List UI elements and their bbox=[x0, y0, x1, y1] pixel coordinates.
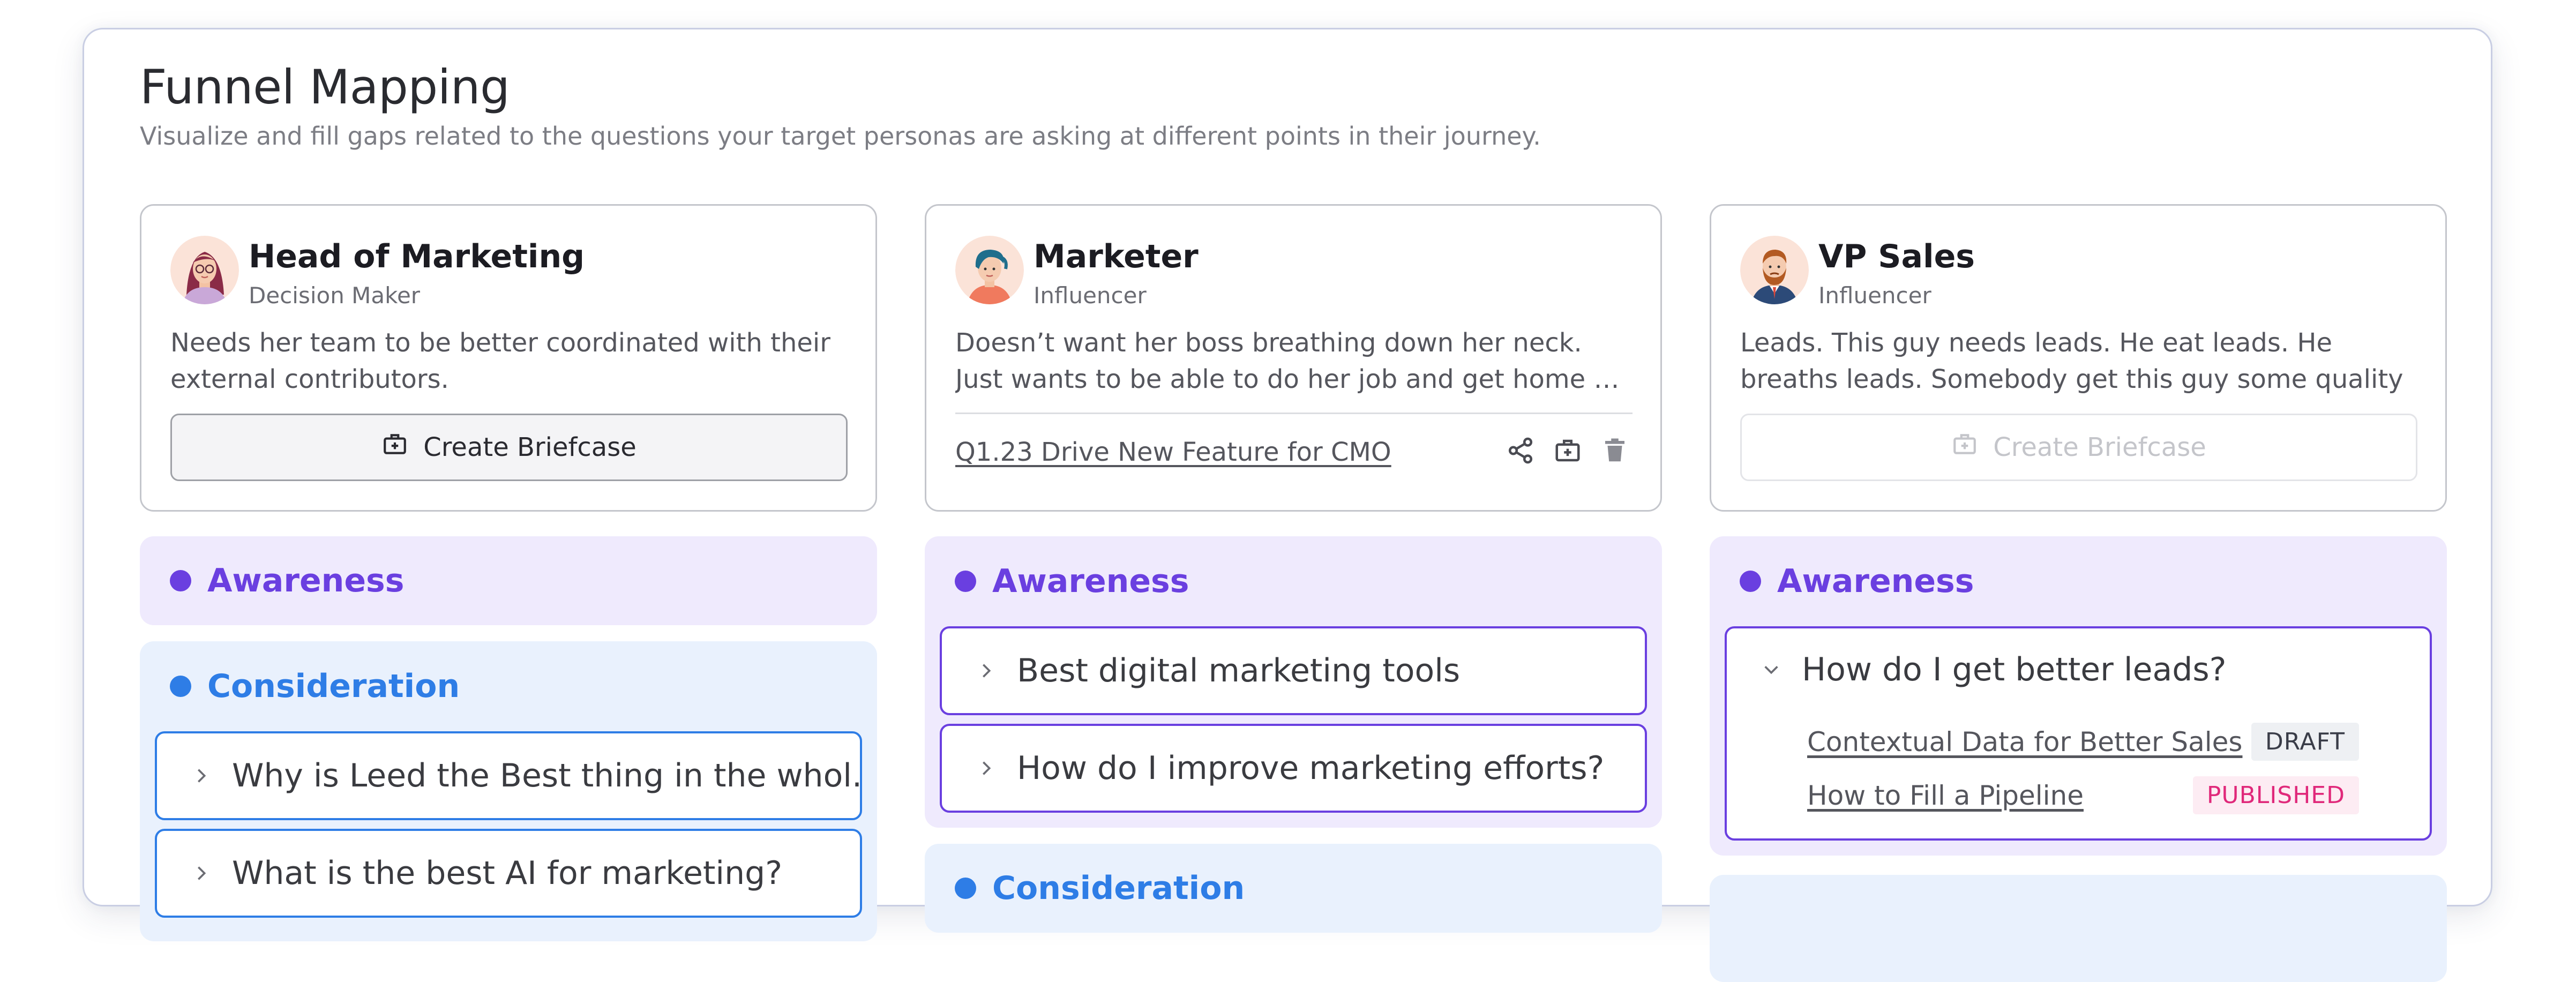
status-badge: PUBLISHED bbox=[2192, 776, 2359, 814]
stage-header[interactable]: Consideration bbox=[155, 641, 862, 731]
chevron-right-icon bbox=[983, 761, 991, 775]
persona-description: Leads. This guy needs leads. He eat lead… bbox=[1740, 328, 2403, 394]
asset-row: Contextual Data for Better Sales DRAFT bbox=[1807, 723, 2359, 761]
chevron-right-icon bbox=[198, 769, 206, 783]
persona-column-head-of-marketing: Head of Marketing Decision Maker Needs h… bbox=[140, 204, 877, 941]
briefcase-icon[interactable] bbox=[1553, 436, 1582, 465]
persona-description: Doesn’t want her boss breathing down her… bbox=[955, 328, 1623, 394]
briefcase-link[interactable]: Q1.23 Drive New Feature for CMO bbox=[955, 437, 1391, 467]
persona-column-vp-sales: VP Sales Influencer Leads. This guy need… bbox=[1710, 204, 2447, 982]
question-item-expanded: How do I get better leads? Contextual Da… bbox=[1725, 626, 2432, 841]
chevron-right-icon bbox=[198, 866, 206, 880]
persona-name: Marketer bbox=[1034, 238, 1199, 275]
asset-row: How to Fill a Pipeline PUBLISHED bbox=[1807, 776, 2359, 814]
briefcase-plus-icon bbox=[1951, 431, 1978, 464]
stage-dot-icon bbox=[955, 571, 976, 592]
avatar bbox=[170, 236, 239, 304]
stage-label: Consideration bbox=[992, 869, 1245, 907]
create-briefcase-label: Create Briefcase bbox=[423, 432, 636, 462]
stage-next-peek bbox=[1710, 875, 2447, 982]
create-briefcase-button[interactable]: Create Briefcase bbox=[170, 414, 848, 481]
stage-dot-icon bbox=[170, 570, 191, 591]
persona-name: VP Sales bbox=[1818, 238, 1975, 275]
briefcase-plus-icon bbox=[381, 431, 408, 464]
stage-label: Consideration bbox=[207, 668, 460, 705]
chevron-down-icon bbox=[1764, 666, 1778, 674]
question-text: What is the best AI for marketing? bbox=[232, 854, 783, 892]
question-item[interactable]: Why is Leed the Best thing in the whol..… bbox=[155, 731, 862, 820]
stage-header[interactable]: Awareness bbox=[940, 536, 1647, 626]
persona-column-marketer: Marketer Influencer Doesn’t want her bos… bbox=[925, 204, 1662, 933]
stage-awareness: Awareness Best digital marketing tools H… bbox=[925, 536, 1662, 828]
asset-link[interactable]: How to Fill a Pipeline bbox=[1807, 780, 2084, 811]
divider bbox=[955, 413, 1633, 414]
stage-dot-icon bbox=[955, 878, 976, 899]
page-subtitle: Visualize and fill gaps related to the q… bbox=[140, 122, 1541, 151]
status-badge: DRAFT bbox=[2251, 723, 2359, 761]
question-text: Why is Leed the Best thing in the whol..… bbox=[232, 757, 862, 794]
funnel-mapping-panel: Funnel Mapping Visualize and fill gaps r… bbox=[83, 28, 2492, 982]
stage-awareness: Awareness How do I get better leads? Con… bbox=[1710, 536, 2447, 856]
create-briefcase-label: Create Briefcase bbox=[1993, 432, 2206, 462]
persona-role: Influencer bbox=[1818, 282, 1931, 309]
persona-role: Influencer bbox=[1034, 282, 1147, 309]
stage-label: Awareness bbox=[992, 563, 1189, 600]
create-briefcase-button[interactable]: Create Briefcase bbox=[1740, 414, 2417, 481]
stage-label: Awareness bbox=[207, 562, 405, 599]
persona-name: Head of Marketing bbox=[249, 238, 585, 275]
question-header[interactable]: How do I get better leads? bbox=[1762, 651, 2226, 688]
question-item[interactable]: What is the best AI for marketing? bbox=[155, 829, 862, 918]
chevron-right-icon bbox=[983, 664, 991, 678]
persona-description: Needs her team to be better coordinated … bbox=[170, 328, 830, 394]
persona-card: VP Sales Influencer Leads. This guy need… bbox=[1710, 204, 2447, 512]
trash-icon[interactable] bbox=[1600, 436, 1629, 465]
avatar bbox=[955, 236, 1024, 304]
page-title: Funnel Mapping bbox=[140, 59, 510, 115]
stage-consideration: Consideration Why is Leed the Best thing… bbox=[140, 641, 877, 941]
share-icon[interactable] bbox=[1506, 436, 1535, 465]
avatar bbox=[1740, 236, 1809, 304]
stage-awareness[interactable]: Awareness bbox=[140, 536, 877, 625]
question-text: How do I get better leads? bbox=[1802, 651, 2227, 688]
question-item[interactable]: How do I improve marketing efforts? bbox=[940, 724, 1647, 813]
question-text: How do I improve marketing efforts? bbox=[1017, 749, 1605, 787]
stage-consideration[interactable]: Consideration bbox=[925, 844, 1662, 933]
briefcase-actions bbox=[1506, 436, 1629, 465]
persona-card: Marketer Influencer Doesn’t want her bos… bbox=[925, 204, 1662, 512]
stage-label: Awareness bbox=[1777, 563, 1974, 600]
asset-link[interactable]: Contextual Data for Better Sales bbox=[1807, 726, 2242, 758]
stage-dot-icon bbox=[1740, 571, 1761, 592]
question-item[interactable]: Best digital marketing tools bbox=[940, 626, 1647, 715]
stage-header[interactable]: Awareness bbox=[1725, 536, 2432, 626]
persona-role: Decision Maker bbox=[249, 282, 421, 309]
question-text: Best digital marketing tools bbox=[1017, 652, 1461, 689]
stage-dot-icon bbox=[170, 676, 191, 697]
persona-card: Head of Marketing Decision Maker Needs h… bbox=[140, 204, 877, 512]
